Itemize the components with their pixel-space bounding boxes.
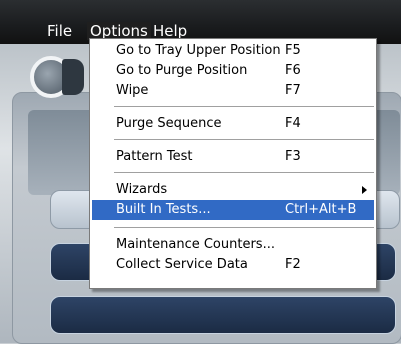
submenu-arrow-icon — [362, 186, 367, 194]
menu-item-shortcut: F5 — [285, 43, 301, 58]
menu-item-collect-service-data[interactable]: Collect Service Data F2 — [92, 255, 374, 275]
menu-item-label: Collect Service Data — [116, 257, 248, 272]
menu-item-shortcut: F7 — [285, 83, 301, 98]
menu-item-purge-position[interactable]: Go to Purge Position F6 — [92, 61, 374, 81]
menu-item-shortcut: F2 — [285, 257, 301, 272]
menu-item-shortcut: F4 — [285, 116, 301, 131]
menu-item-label: Built In Tests... — [116, 202, 211, 217]
menu-item-purge-sequence[interactable]: Purge Sequence F4 — [92, 114, 374, 134]
menu-item-label: Wizards — [116, 182, 168, 197]
menu-item-tray-upper-position[interactable]: Go to Tray Upper Position F5 — [92, 41, 374, 61]
menu-item-label: Purge Sequence — [116, 116, 222, 131]
menu-separator — [114, 106, 374, 108]
menu-separator — [114, 172, 374, 174]
menu-item-label: Pattern Test — [116, 149, 193, 164]
menu-item-wipe[interactable]: Wipe F7 — [92, 81, 374, 101]
menu-item-label: Go to Tray Upper Position — [116, 43, 281, 58]
menu-item-label: Go to Purge Position — [116, 63, 248, 78]
menu-item-shortcut: F6 — [285, 63, 301, 78]
options-dropdown-menu: Go to Tray Upper Position F5 Go to Purge… — [89, 38, 377, 289]
menu-item-wizards[interactable]: Wizards — [92, 180, 374, 200]
menu-separator — [114, 227, 374, 229]
menu-item-label: Maintenance Counters... — [116, 237, 275, 252]
menu-file[interactable]: File — [44, 22, 75, 40]
menu-item-maintenance-counters[interactable]: Maintenance Counters... — [92, 235, 374, 255]
menu-item-shortcut: Ctrl+Alt+B — [285, 202, 357, 217]
menu-separator — [114, 139, 374, 141]
menu-item-shortcut: F3 — [285, 149, 301, 164]
panel-button-dark-2[interactable] — [50, 296, 396, 334]
menu-item-pattern-test[interactable]: Pattern Test F3 — [92, 147, 374, 167]
logo-letter-icon — [62, 59, 84, 95]
menu-item-built-in-tests[interactable]: Built In Tests... Ctrl+Alt+B — [92, 200, 374, 220]
menu-item-label: Wipe — [116, 83, 149, 98]
